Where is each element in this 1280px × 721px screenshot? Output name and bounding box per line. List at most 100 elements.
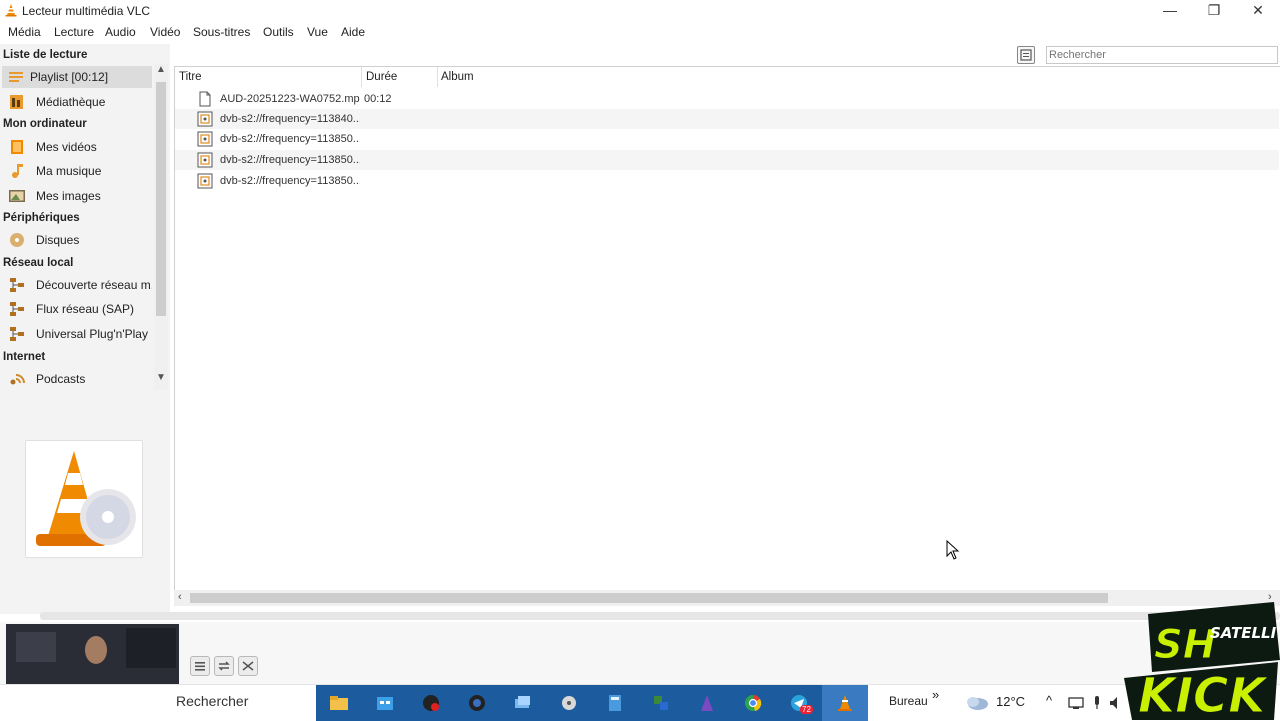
disc-icon (10, 233, 24, 247)
stream-icon (197, 152, 213, 168)
sidebar-item-videos[interactable]: Mes vidéos (2, 136, 152, 158)
chrome-icon (745, 694, 762, 711)
menu-subtitles[interactable]: Sous-titres (193, 25, 250, 39)
taskbar-app-telegram[interactable]: 72 (776, 685, 822, 721)
network-icon (10, 302, 24, 316)
sidebar-item-label: Playlist [00:12] (30, 70, 109, 84)
menu-video[interactable]: Vidéo (150, 25, 180, 39)
taskbar-app-satellite[interactable] (546, 685, 592, 721)
tray-chevron-up-icon[interactable]: ^ (1046, 693, 1052, 708)
table-row[interactable]: AUD-20251223-WA0752.mp3 00:12 (175, 89, 1279, 109)
seek-slider[interactable] (40, 612, 1280, 620)
picture-icon (9, 190, 25, 202)
podcast-icon (10, 374, 25, 385)
table-row[interactable]: dvb-s2://frequency=113850... (175, 150, 1279, 170)
satellite-dish-icon (562, 696, 576, 710)
sidebar-item-images[interactable]: Mes images (2, 185, 152, 207)
taskbar-app-camera[interactable] (454, 685, 500, 721)
sidebar-item-label: Ma musique (36, 164, 102, 178)
shuffle-button[interactable] (238, 656, 258, 676)
taskbar-app-dvb[interactable] (684, 685, 730, 721)
sidebar-item-label: Universal Plug'n'Play (36, 327, 148, 341)
calculator-icon (609, 695, 621, 711)
sidebar-item-discs[interactable]: Disques (2, 229, 152, 251)
sidebar-item-podcasts[interactable]: Podcasts (2, 368, 152, 390)
repeat-button[interactable] (214, 656, 234, 676)
sidebar-item-playlist[interactable]: Playlist [00:12] (2, 66, 152, 88)
playlist-toggle-button[interactable] (190, 656, 210, 676)
column-divider[interactable] (361, 67, 362, 87)
toolbar-expand-icon[interactable]: » (932, 687, 939, 702)
scrollbar-thumb[interactable] (190, 593, 1108, 603)
row-title: dvb-s2://frequency=113850... (220, 154, 360, 166)
menu-media[interactable]: Média (8, 25, 41, 39)
album-art (25, 440, 143, 558)
playlist-view-button[interactable] (1017, 46, 1035, 64)
sidebar-item-label: Flux réseau (SAP) (36, 302, 135, 316)
menu-help[interactable]: Aide (341, 25, 365, 39)
scrollbar-thumb[interactable] (156, 82, 166, 316)
sidebar-item-network-discovery[interactable]: Découverte réseau m... (2, 274, 152, 296)
windows-taskbar: Rechercher 72 Bureau » 12°C ^ (0, 684, 1280, 721)
column-header-duration[interactable]: Durée (366, 71, 397, 83)
scroll-down-icon[interactable]: ▼ (156, 372, 166, 383)
sidebar-scrollbar[interactable]: ▲ ▼ (154, 64, 168, 390)
table-row[interactable]: dvb-s2://frequency=113840... (175, 109, 1279, 129)
taskbar-app-chrome[interactable] (730, 685, 776, 721)
camera-icon (469, 695, 485, 711)
taskbar-app-tools[interactable] (638, 685, 684, 721)
sidebar-item-mediatheque[interactable]: Médiathèque (2, 91, 152, 113)
menu-lecture[interactable]: Lecture (54, 25, 94, 39)
table-row[interactable]: dvb-s2://frequency=113850... (175, 171, 1279, 191)
row-title: dvb-s2://frequency=113850... (220, 133, 360, 145)
title-bar: Lecteur multimédia VLC — ❐ ✕ (0, 0, 1280, 22)
music-note-icon (12, 164, 23, 178)
taskbar-app-recorder[interactable] (408, 685, 454, 721)
sidebar-item-label: Disques (36, 233, 80, 247)
sidebar-heading-lan: Réseau local (3, 257, 74, 269)
channel-logo: SH SATELLITE KICK (1124, 602, 1280, 720)
taskbar-app-network[interactable] (500, 685, 546, 721)
menu-tools[interactable]: Outils (263, 25, 294, 39)
search-input[interactable] (1047, 47, 1277, 63)
playlist-table: Titre Durée Album AUD-20251223-WA0752.mp… (174, 66, 1280, 606)
network-tray-icon[interactable] (1068, 696, 1084, 710)
logo-line1: SH (1154, 622, 1216, 668)
row-title: AUD-20251223-WA0752.mp3 (220, 93, 360, 105)
taskbar-app-calculator[interactable] (592, 685, 638, 721)
sidebar-item-sap[interactable]: Flux réseau (SAP) (2, 298, 152, 320)
sidebar-heading-playlist: Liste de lecture (3, 49, 88, 61)
column-header-album[interactable]: Album (441, 71, 474, 83)
sidebar: Liste de lecture Playlist [00:12] Médiat… (0, 44, 170, 614)
sidebar-item-upnp[interactable]: Universal Plug'n'Play (2, 323, 152, 345)
list-view-icon (1020, 49, 1032, 61)
microphone-icon[interactable] (1091, 695, 1103, 711)
taskbar-apps: 72 (316, 685, 868, 721)
search-field[interactable] (1046, 46, 1278, 64)
logo-line3: KICK (1138, 668, 1269, 720)
taskbar-app-store[interactable] (362, 685, 408, 721)
taskbar-search[interactable]: Rechercher (176, 693, 248, 709)
tools-icon (654, 696, 668, 710)
weather-temperature[interactable]: 12°C (996, 694, 1025, 709)
maximize-button[interactable]: ❐ (1192, 0, 1236, 22)
sidebar-heading-computer: Mon ordinateur (3, 118, 87, 130)
scroll-up-icon[interactable]: ▲ (156, 64, 166, 75)
table-row[interactable]: dvb-s2://frequency=113850... (175, 129, 1279, 149)
close-button[interactable]: ✕ (1236, 0, 1280, 22)
scroll-left-icon[interactable]: ‹ (178, 591, 182, 603)
minimize-button[interactable]: — (1148, 0, 1192, 22)
menu-audio[interactable]: Audio (105, 25, 136, 39)
taskbar-desktop-toolbar[interactable]: Bureau (889, 694, 928, 708)
column-header-title[interactable]: Titre (179, 71, 202, 83)
menu-view[interactable]: Vue (307, 25, 328, 39)
sidebar-item-label: Mes images (36, 189, 101, 203)
speaker-icon[interactable] (1109, 696, 1121, 710)
taskbar-app-vlc[interactable] (822, 685, 868, 721)
column-divider[interactable] (437, 67, 438, 87)
playlist-icon (195, 662, 205, 671)
playlist-horizontal-scrollbar[interactable]: ‹ › (174, 590, 1280, 606)
sidebar-item-music[interactable]: Ma musique (2, 160, 152, 182)
taskbar-app-explorer[interactable] (316, 685, 362, 721)
vlc-cone-icon (5, 4, 17, 17)
